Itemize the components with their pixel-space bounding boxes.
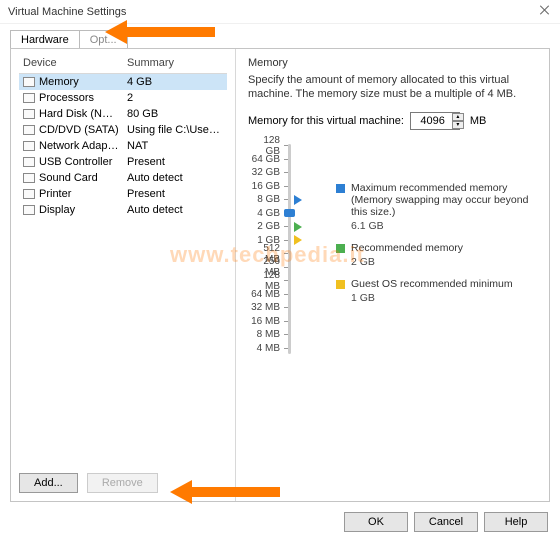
tick-label: 128 MB bbox=[248, 275, 288, 287]
cancel-button[interactable]: Cancel bbox=[414, 512, 478, 532]
square-icon-green bbox=[336, 244, 345, 253]
device-table: Device Summary Memory4 GBProcessors2Hard… bbox=[19, 55, 227, 218]
memory-desc: Specify the amount of memory allocated t… bbox=[248, 73, 537, 102]
content: Device Summary Memory4 GBProcessors2Hard… bbox=[10, 48, 550, 502]
slider-thumb[interactable] bbox=[284, 209, 295, 217]
tick-label: 4 GB bbox=[248, 207, 288, 219]
titlebar: Virtual Machine Settings bbox=[0, 0, 560, 24]
legend-max-note: (Memory swapping may occur beyond this s… bbox=[351, 194, 528, 218]
legend-max-val: 6.1 GB bbox=[336, 220, 537, 232]
remove-button: Remove bbox=[87, 473, 158, 493]
add-button[interactable]: Add... bbox=[19, 473, 78, 493]
tick-label: 64 MB bbox=[248, 288, 288, 300]
table-row[interactable]: DisplayAuto detect bbox=[19, 202, 227, 218]
memory-label: Memory for this virtual machine: bbox=[248, 115, 404, 127]
table-row[interactable]: PrinterPresent bbox=[19, 186, 227, 202]
close-icon[interactable] bbox=[538, 4, 552, 18]
pointer-icon bbox=[294, 235, 302, 245]
legend-max: Maximum recommended memory bbox=[351, 182, 507, 194]
legend-rec-val: 2 GB bbox=[336, 256, 537, 268]
tick-label: 4 MB bbox=[248, 342, 288, 354]
col-summary: Summary bbox=[123, 55, 227, 74]
device-icon bbox=[23, 205, 35, 215]
device-icon bbox=[23, 189, 35, 199]
tick-label: 32 GB bbox=[248, 167, 288, 179]
spin-down-icon[interactable]: ▾ bbox=[452, 121, 464, 129]
square-icon-yellow bbox=[336, 280, 345, 289]
tick-label: 2 GB bbox=[248, 221, 288, 233]
slider-track bbox=[288, 144, 291, 354]
help-button[interactable]: Help bbox=[484, 512, 548, 532]
table-row[interactable]: Hard Disk (NVMe)80 GB bbox=[19, 106, 227, 122]
window-title: Virtual Machine Settings bbox=[8, 6, 552, 18]
annotation-arrow-icon bbox=[170, 476, 290, 516]
device-icon bbox=[23, 173, 35, 183]
memory-scale-wrap: 128 GB64 GB32 GB16 GB8 GB4 GB2 GB1 GB512… bbox=[248, 140, 537, 358]
memory-legend: Maximum recommended memory(Memory swappi… bbox=[336, 140, 537, 358]
legend-min: Guest OS recommended minimum bbox=[351, 278, 537, 290]
device-panel: Device Summary Memory4 GBProcessors2Hard… bbox=[11, 49, 236, 501]
tick-label: 32 MB bbox=[248, 302, 288, 314]
table-row[interactable]: Memory4 GB bbox=[19, 74, 227, 91]
ok-button[interactable]: OK bbox=[344, 512, 408, 532]
device-icon bbox=[23, 77, 35, 87]
device-icon bbox=[23, 93, 35, 103]
tick-label: 8 MB bbox=[248, 329, 288, 341]
memory-panel: Memory Specify the amount of memory allo… bbox=[236, 49, 549, 501]
device-icon bbox=[23, 157, 35, 167]
tick-label: 8 GB bbox=[248, 194, 288, 206]
table-row[interactable]: Sound CardAuto detect bbox=[19, 170, 227, 186]
annotation-arrow-icon bbox=[105, 16, 225, 56]
memory-unit: MB bbox=[470, 115, 487, 127]
tick-label: 16 GB bbox=[248, 180, 288, 192]
memory-slider[interactable]: 128 GB64 GB32 GB16 GB8 GB4 GB2 GB1 GB512… bbox=[248, 140, 322, 358]
tab-hardware[interactable]: Hardware bbox=[10, 30, 80, 49]
pointer-icon bbox=[294, 222, 302, 232]
table-row[interactable]: Network AdapterNAT bbox=[19, 138, 227, 154]
table-row[interactable]: CD/DVD (SATA)Using file C:\Users\Techped… bbox=[19, 122, 227, 138]
memory-spinner[interactable]: ▴ ▾ bbox=[452, 113, 464, 129]
dialog-buttons: OK Cancel Help bbox=[344, 512, 548, 532]
memory-group-title: Memory bbox=[248, 57, 537, 69]
device-icon bbox=[23, 125, 35, 135]
tick-label: 128 GB bbox=[248, 140, 288, 152]
table-row[interactable]: Processors2 bbox=[19, 90, 227, 106]
device-icon bbox=[23, 109, 35, 119]
legend-rec: Recommended memory bbox=[351, 242, 537, 254]
tabs: Hardware Opt... bbox=[10, 30, 560, 49]
tick-label: 16 MB bbox=[248, 315, 288, 327]
tick-label: 64 GB bbox=[248, 153, 288, 165]
square-icon-blue bbox=[336, 184, 345, 193]
col-device: Device bbox=[19, 55, 123, 74]
legend-min-val: 1 GB bbox=[336, 292, 537, 304]
device-icon bbox=[23, 141, 35, 151]
table-row[interactable]: USB ControllerPresent bbox=[19, 154, 227, 170]
spin-up-icon[interactable]: ▴ bbox=[452, 113, 464, 121]
memory-input-row: Memory for this virtual machine: ▴ ▾ MB bbox=[248, 112, 537, 130]
pointer-icon bbox=[294, 195, 302, 205]
